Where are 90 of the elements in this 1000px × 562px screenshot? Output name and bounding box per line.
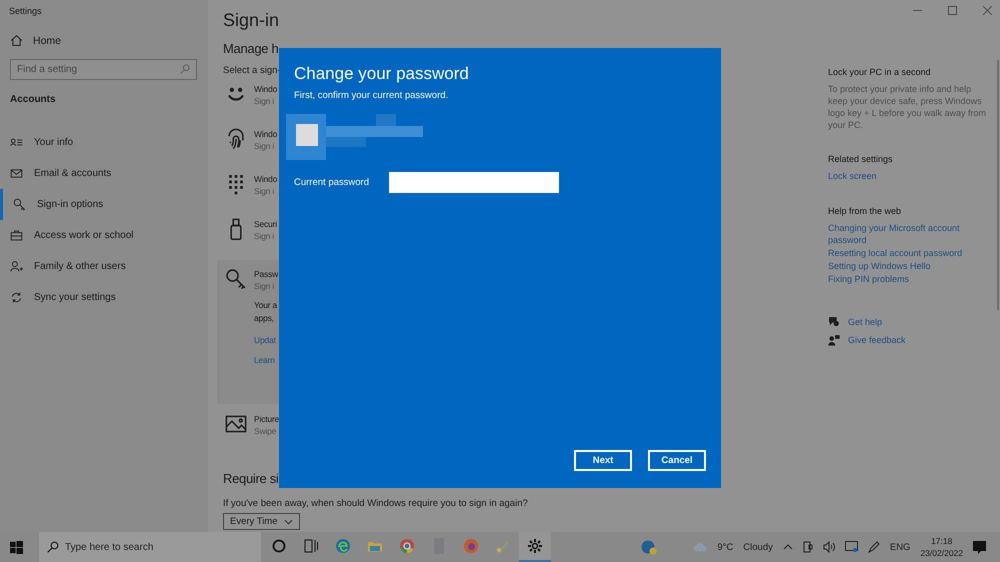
chat-icon [828, 316, 840, 328]
help-link[interactable]: Fixing PIN problems [828, 273, 910, 285]
help-link[interactable]: Resetting local account password [828, 247, 962, 259]
maximize-icon[interactable] [948, 6, 957, 15]
briefcase-icon [10, 229, 23, 242]
caret-icon [284, 518, 293, 524]
feedback-icon [828, 334, 840, 346]
start-icon[interactable] [10, 540, 23, 554]
frequency-dropdown[interactable]: Every Time [223, 513, 300, 530]
browser-icon [399, 538, 415, 554]
option-title: Securi [254, 218, 277, 230]
field-label: Current password [294, 177, 370, 188]
chevron-up-icon[interactable] [782, 544, 793, 550]
taskbar-search-field[interactable]: Type here to search [39, 532, 261, 562]
circle-icon [271, 538, 287, 554]
clock-time[interactable]: 17:18 [931, 535, 952, 547]
cancel-button[interactable]: Cancel [648, 450, 706, 471]
option-subtitle: Sign i [254, 140, 274, 152]
sign-in-option[interactable]: Windo Sign i [223, 80, 278, 119]
dialog-subtitle: First, confirm your current password. [294, 90, 450, 101]
task-view-icon [303, 538, 319, 554]
help-link[interactable]: Changing your Microsoft account password [828, 222, 988, 246]
window-title: Settings [8, 5, 43, 18]
browser-icon [335, 538, 351, 554]
person-list-icon [10, 136, 23, 149]
panel-heading: Related settings [828, 153, 893, 165]
weather-text[interactable]: Cloudy [743, 542, 773, 552]
speaker-icon[interactable] [822, 541, 835, 553]
language-indicator[interactable]: ENG [890, 542, 910, 552]
option-subtitle: Sign i [254, 230, 274, 242]
sync-icon [10, 291, 23, 304]
pen-icon[interactable] [868, 541, 880, 553]
settings-icon [527, 538, 543, 554]
option-description: apps, [254, 312, 275, 325]
image-icon [225, 413, 247, 435]
page-heading: Sign-in [223, 10, 280, 32]
section-heading: Require si [223, 471, 279, 486]
search-icon [47, 541, 59, 553]
password-field[interactable] [389, 172, 559, 193]
panel-heading: Help from the web [828, 205, 902, 217]
option-subtitle: Sign i [254, 95, 274, 107]
option-title: Passw [254, 268, 278, 280]
sidebar-item[interactable]: Your info [0, 127, 208, 158]
notification-icon[interactable] [973, 540, 986, 554]
close-icon[interactable] [983, 6, 992, 15]
option-subtitle: Sign i [254, 185, 274, 197]
sidebar-item[interactable]: Access work or school [0, 220, 208, 251]
section-heading: Manage h [223, 41, 278, 56]
search-icon [180, 64, 190, 74]
brush-icon [495, 538, 511, 554]
action-link[interactable]: Get help [848, 317, 882, 327]
person-plus-icon [10, 260, 23, 273]
action-link[interactable]: Give feedback [848, 335, 906, 345]
option-subtitle: Swipe [254, 425, 276, 437]
sidebar-item[interactable]: Email & accounts [0, 158, 208, 189]
panel-heading: Lock your PC in a second [828, 66, 931, 78]
section-heading: Accounts [10, 94, 57, 105]
envelope-icon [10, 167, 23, 180]
temperature-text[interactable]: 9°C [717, 542, 734, 552]
sign-in-option[interactable]: Windo Sign i [223, 125, 278, 164]
panel-text: To protect your private info and help keep your device safe, press Windows logo key + L before you walk away from your PC. [828, 83, 987, 131]
option-title: Windo [254, 128, 278, 140]
sidebar-item[interactable]: Sync your settings [0, 282, 208, 313]
search-field[interactable]: Find a setting [10, 59, 197, 80]
monitor-icon[interactable] [844, 541, 858, 553]
option-title: Windo [254, 173, 278, 185]
home-link[interactable]: Home [10, 34, 62, 47]
option-title: Windo [254, 83, 278, 95]
sign-in-option[interactable]: Picture Swipe [223, 410, 280, 449]
option-subtitle: Sign i [254, 280, 274, 292]
key-icon [225, 268, 247, 290]
browser-icon [463, 538, 479, 554]
scroll-bar[interactable] [997, 60, 999, 310]
home-icon [10, 34, 23, 47]
sign-in-option[interactable]: Windo Sign i [223, 170, 278, 209]
sign-in-option[interactable]: Securi Sign i [223, 215, 277, 254]
next-button[interactable]: Next [574, 450, 632, 471]
option-description: Your a [254, 299, 278, 312]
help-link[interactable]: Lock screen [828, 170, 877, 182]
phone-icon[interactable] [802, 541, 813, 553]
cloud-icon [693, 542, 708, 552]
sidebar-item[interactable]: Family & other users [0, 251, 208, 282]
dialog-title: Change your password [294, 64, 470, 84]
prompt-text: Select a sign- [223, 65, 281, 76]
require-text: If you've been away, when should Windows require you to sign in again? [223, 498, 528, 509]
taskbar-button[interactable] [519, 532, 551, 562]
key-icon [13, 198, 26, 211]
help-link[interactable]: Setting up Windows Hello [828, 260, 931, 272]
clock-date[interactable]: 23/02/2022 [920, 547, 963, 559]
option-title: Picture [254, 413, 280, 425]
